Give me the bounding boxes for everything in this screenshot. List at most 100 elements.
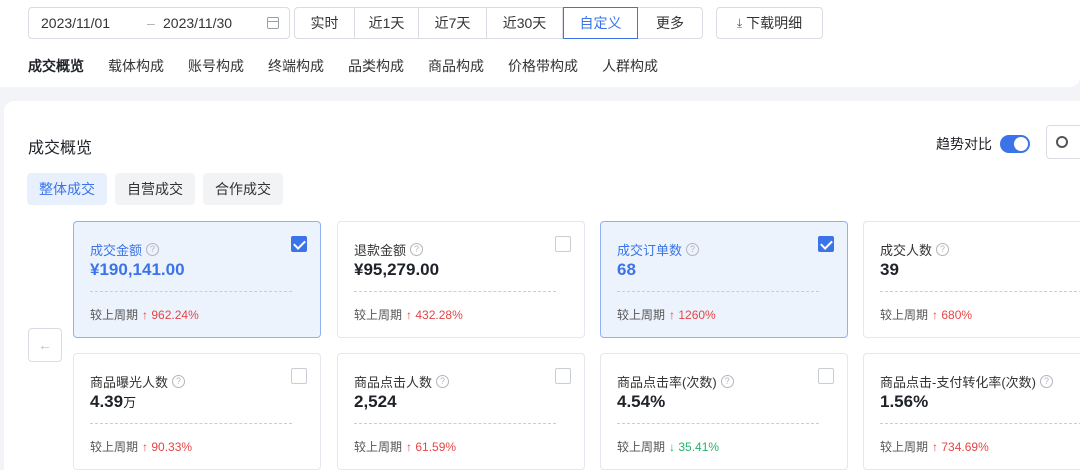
deal-type-tabs: 整体成交 自营成交 合作成交 <box>27 173 283 205</box>
tab-overview[interactable]: 成交概览 <box>28 56 84 76</box>
metric-value-wrap: 1.56% <box>880 392 928 412</box>
metric-card-clickers[interactable]: 商品点击人数? 2,524 较上周期 ↑ 61.59% <box>337 353 585 470</box>
metric-value-wrap: 4.39万 <box>90 392 136 412</box>
help-icon[interactable]: ? <box>436 375 450 388</box>
settings-icon <box>1056 136 1068 148</box>
dashed-divider <box>90 291 292 292</box>
metric-label-wrap: 商品曝光人数? <box>90 372 186 391</box>
metric-compare: 较上周期 ↑ 1260% <box>617 306 716 323</box>
metric-label-wrap: 商品点击率(次数)? <box>617 372 734 391</box>
metric-compare: 较上周期 ↑ 680% <box>880 306 972 323</box>
time-option-30days[interactable]: 近30天 <box>487 8 563 38</box>
settings-button[interactable] <box>1046 125 1080 159</box>
help-icon[interactable]: ? <box>936 243 950 256</box>
metric-label: 成交金额 <box>90 243 143 258</box>
help-icon[interactable]: ? <box>686 243 700 256</box>
compare-label: 较上周期 <box>617 440 666 454</box>
dashed-divider <box>617 423 819 424</box>
prev-page-button[interactable]: ← <box>28 328 62 362</box>
help-icon[interactable]: ? <box>172 375 186 388</box>
change-text: 61.59% <box>415 440 457 454</box>
change-text: 680% <box>941 308 973 322</box>
metric-label-wrap: 成交订单数? <box>617 240 700 259</box>
time-option-more[interactable]: 更多 <box>638 8 702 38</box>
metric-value-wrap: 2,524 <box>354 392 397 412</box>
change-text: 432.28% <box>415 308 463 322</box>
analysis-tabs: 成交概览 载体构成 账号构成 终端构成 品类构成 商品构成 价格带构成 人群构成 <box>28 56 682 76</box>
subtab-overall[interactable]: 整体成交 <box>27 173 107 205</box>
change-value: ↑ 680% <box>932 308 972 322</box>
arrow-left-icon: ← <box>38 337 52 353</box>
overview-panel: 成交概览 趋势对比 整体成交 自营成交 合作成交 ← 成交金额? ¥190,14… <box>4 101 1080 470</box>
dashed-divider <box>90 423 292 424</box>
help-icon[interactable]: ? <box>146 243 160 256</box>
metric-card-ctr[interactable]: 商品点击率(次数)? 4.54% 较上周期 ↓ 35.41% <box>600 353 848 470</box>
date-start[interactable]: 2023/11/01 <box>41 15 110 31</box>
help-icon[interactable]: ? <box>1040 375 1053 388</box>
metric-checkbox[interactable] <box>818 236 834 252</box>
metric-value: 39 <box>880 260 899 279</box>
change-value: ↑ 734.69% <box>932 440 989 454</box>
time-option-custom[interactable]: 自定义 <box>563 7 638 39</box>
metric-value: 2,524 <box>354 392 397 411</box>
tab-carrier[interactable]: 载体构成 <box>108 56 164 76</box>
time-option-7days[interactable]: 近7天 <box>419 8 487 38</box>
section-title: 成交概览 <box>28 140 93 157</box>
metric-checkbox[interactable] <box>818 368 834 384</box>
trend-compare-label: 趋势对比 <box>936 136 992 152</box>
tab-audience[interactable]: 人群构成 <box>602 56 658 76</box>
tab-price-band[interactable]: 价格带构成 <box>508 56 578 76</box>
change-text: 734.69% <box>941 440 989 454</box>
metric-value: 4.39 <box>90 392 124 411</box>
metric-card-gmv[interactable]: 成交金额? ¥190,141.00 较上周期 ↑ 962.24% <box>73 221 321 338</box>
download-label: 下载明细 <box>746 15 803 31</box>
help-icon[interactable]: ? <box>720 375 734 388</box>
metric-value-wrap: 4.54% <box>617 392 665 412</box>
arrow-down-icon: ↓ <box>669 440 676 454</box>
metric-card-orders[interactable]: 成交订单数? 68 较上周期 ↑ 1260% <box>600 221 848 338</box>
metric-label-wrap: 商品点击-支付转化率(次数)? <box>880 372 1053 391</box>
metric-card-exposure[interactable]: 商品曝光人数? 4.39万 较上周期 ↑ 90.33% <box>73 353 321 470</box>
tab-account[interactable]: 账号构成 <box>188 56 244 76</box>
time-option-realtime[interactable]: 实时 <box>295 8 355 38</box>
metric-label: 成交订单数 <box>617 243 683 258</box>
tab-terminal[interactable]: 终端构成 <box>268 56 324 76</box>
metric-value-wrap: ¥190,141.00 <box>90 260 185 280</box>
metric-value: 68 <box>617 260 636 279</box>
metric-compare: 较上周期 ↓ 35.41% <box>617 438 719 455</box>
download-details-button[interactable]: ⤓ 下载明细 <box>716 7 823 39</box>
dashed-divider <box>880 291 1080 292</box>
metric-card-conversion[interactable]: 商品点击-支付转化率(次数)? 1.56% 较上周期 ↑ 734.69% <box>863 353 1080 470</box>
metric-label: 商品点击人数 <box>354 375 433 390</box>
dashed-divider <box>617 291 819 292</box>
change-text: 35.41% <box>678 440 720 454</box>
metric-card-buyers[interactable]: 成交人数? 39 较上周期 ↑ 680% <box>863 221 1080 338</box>
metric-card-refund[interactable]: 退款金额? ¥95,279.00 较上周期 ↑ 432.28% <box>337 221 585 338</box>
filter-panel: 2023/11/01 – 2023/11/30 实时 近1天 近7天 近30天 … <box>0 0 1080 87</box>
calendar-icon[interactable] <box>267 17 279 29</box>
tab-product[interactable]: 商品构成 <box>428 56 484 76</box>
metric-label: 商品点击-支付转化率(次数) <box>880 375 1036 390</box>
date-end[interactable]: 2023/11/30 <box>163 15 232 31</box>
trend-compare-toggle[interactable] <box>1000 135 1030 153</box>
metric-checkbox[interactable] <box>555 368 571 384</box>
metric-checkbox[interactable] <box>291 368 307 384</box>
change-text: 1260% <box>678 308 716 322</box>
tab-category[interactable]: 品类构成 <box>348 56 404 76</box>
metric-checkbox[interactable] <box>555 236 571 252</box>
metric-value: 4.54% <box>617 392 666 411</box>
arrow-up-icon: ↑ <box>932 308 939 322</box>
time-range-selector: 实时 近1天 近7天 近30天 自定义 更多 <box>294 7 703 39</box>
date-range-picker[interactable]: 2023/11/01 – 2023/11/30 <box>28 7 290 39</box>
time-option-1day[interactable]: 近1天 <box>355 8 419 38</box>
metric-compare: 较上周期 ↑ 432.28% <box>354 306 463 323</box>
arrow-up-icon: ↑ <box>406 308 413 322</box>
metric-label-wrap: 退款金额? <box>354 240 424 259</box>
change-value: ↑ 962.24% <box>142 308 199 322</box>
subtab-cooperation[interactable]: 合作成交 <box>203 173 283 205</box>
metric-compare: 较上周期 ↑ 962.24% <box>90 306 199 323</box>
metric-label: 退款金额 <box>354 243 407 258</box>
help-icon[interactable]: ? <box>410 243 424 256</box>
subtab-self-operated[interactable]: 自营成交 <box>115 173 195 205</box>
metric-checkbox[interactable] <box>291 236 307 252</box>
